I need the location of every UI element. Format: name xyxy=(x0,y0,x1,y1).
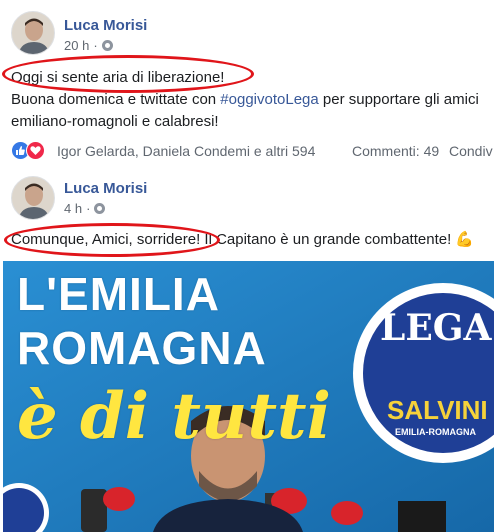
love-icon xyxy=(26,141,45,160)
comments-count[interactable]: Commenti: 49 xyxy=(352,143,439,159)
post-text-line: Comunque, Amici, sorridere! Il Capitano … xyxy=(11,231,475,248)
banner-slogan-line: L'EMILIA xyxy=(17,268,220,320)
separator-dot: · xyxy=(93,38,98,53)
logo-text: LEGA xyxy=(380,307,492,349)
avatar[interactable] xyxy=(11,176,55,220)
post-text-line: Oggi si sente aria di liberazione! xyxy=(11,69,225,86)
post-header: Luca Morisi 20 h · xyxy=(0,11,494,63)
hashtag-link[interactable]: #oggivotoLega xyxy=(220,91,318,108)
globe-icon xyxy=(94,203,106,214)
post-image[interactable]: L'EMILIA ROMAGNA è di tutti LEGA SALVINI… xyxy=(3,261,494,532)
post-text-line: emiliano-romagnoli e calabresi! xyxy=(11,113,219,130)
globe-icon xyxy=(101,40,113,51)
post-meta: 20 h · xyxy=(64,38,113,53)
avatar[interactable] xyxy=(11,11,55,55)
reaction-names[interactable]: Igor Gelarda, Daniela Condemi e altri 59… xyxy=(57,143,315,159)
post-header: Luca Morisi 4 h · xyxy=(0,176,494,228)
post-meta: 4 h · xyxy=(64,201,106,216)
reaction-icons[interactable] xyxy=(11,141,51,161)
timestamp[interactable]: 20 h xyxy=(64,38,89,53)
separator-dot: · xyxy=(86,201,91,216)
timestamp[interactable]: 4 h xyxy=(64,201,82,216)
banner-slogan-line: ROMAGNA xyxy=(17,322,267,374)
author-name[interactable]: Luca Morisi xyxy=(64,180,147,197)
logo-region: EMILIA-ROMAGNA xyxy=(395,427,476,437)
shares-count[interactable]: Condiv xyxy=(449,143,493,159)
author-name[interactable]: Luca Morisi xyxy=(64,17,147,34)
post-text-line: Buona domenica e twittate con #oggivotoL… xyxy=(11,91,479,108)
logo-name: SALVINI xyxy=(387,395,488,425)
banner-slogan-line: è di tutti xyxy=(17,379,331,454)
reactions-bar: Igor Gelarda, Daniela Condemi e altri 59… xyxy=(0,138,494,164)
